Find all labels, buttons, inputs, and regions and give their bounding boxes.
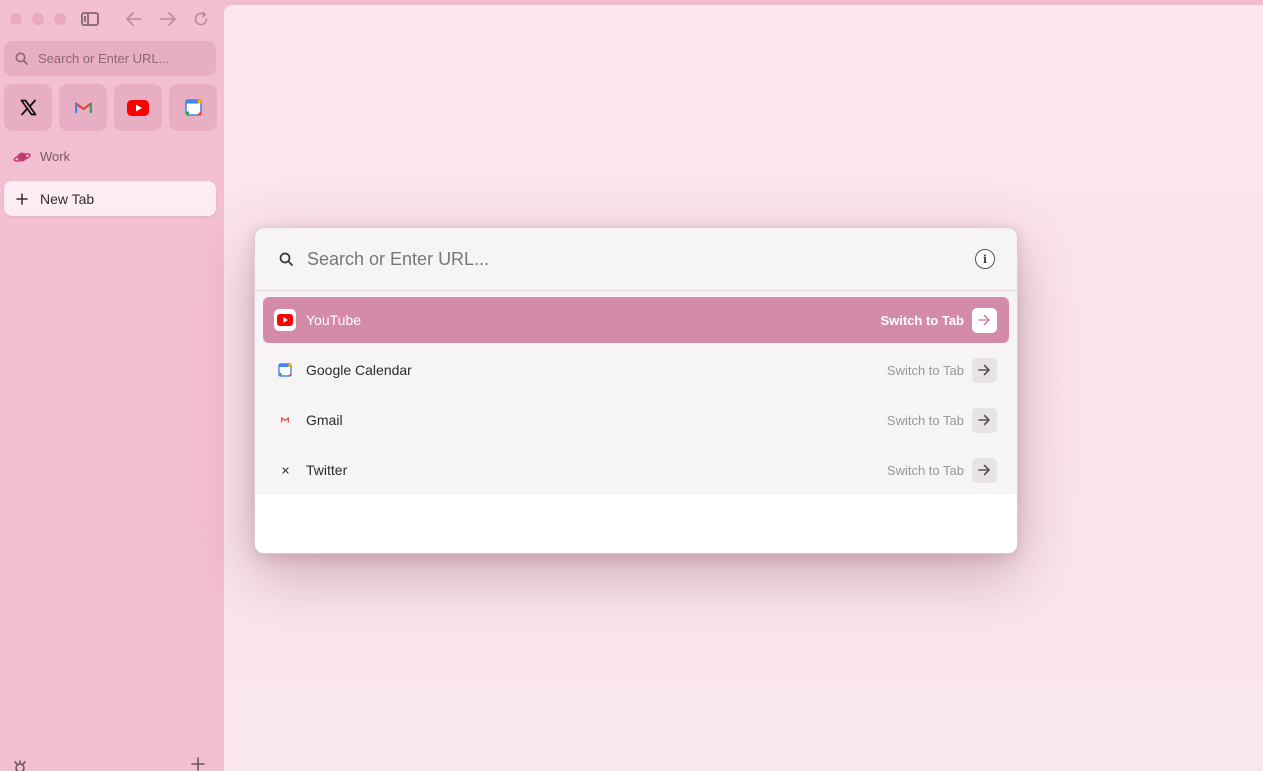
result-row-youtube[interactable]: YouTube Switch to Tab [263, 297, 1009, 343]
calendar-icon [184, 99, 202, 116]
info-icon[interactable]: i [975, 249, 995, 269]
switch-to-tab-label: Switch to Tab [886, 362, 964, 378]
command-palette: i YouTube Switch to Tab Google Calendar … [254, 227, 1018, 554]
palette-footer [255, 494, 1017, 553]
sidebar-search-placeholder: Search or Enter URL... [38, 51, 170, 66]
result-title: Gmail [306, 412, 343, 428]
add-space-icon[interactable] [191, 755, 205, 771]
new-tab-label: New Tab [40, 190, 95, 207]
result-row-gmail[interactable]: Gmail Switch to Tab [263, 397, 1009, 443]
forward-arrow-icon[interactable] [157, 9, 179, 29]
arrow-right-icon[interactable] [972, 357, 997, 383]
sidebar: Search or Enter URL... Work New Tab [0, 0, 224, 771]
palette-search-input[interactable] [307, 248, 947, 270]
search-icon [15, 52, 28, 65]
result-row-google-calendar[interactable]: Google Calendar Switch to Tab [263, 347, 1009, 393]
sidebar-toggle-icon[interactable] [79, 9, 101, 29]
sidebar-search-field[interactable]: Search or Enter URL... [4, 41, 216, 76]
youtube-icon [127, 99, 149, 116]
pinned-tab-x[interactable] [4, 84, 52, 131]
pinned-tab-calendar[interactable] [169, 84, 217, 131]
window-controls [10, 13, 66, 25]
x-logo-icon [274, 459, 296, 481]
pinned-tab-gmail[interactable] [59, 84, 107, 131]
reload-icon[interactable] [190, 9, 212, 29]
arrow-right-icon[interactable] [972, 407, 997, 433]
space-work[interactable]: Work [13, 149, 70, 164]
youtube-icon [274, 309, 296, 331]
planet-icon [13, 152, 31, 162]
result-row-twitter[interactable]: Twitter Switch to Tab [263, 447, 1009, 493]
zoom-window-button[interactable] [54, 13, 66, 25]
search-icon [279, 252, 293, 266]
back-arrow-icon[interactable] [123, 9, 145, 29]
gmail-icon [274, 409, 296, 431]
library-icon[interactable] [12, 759, 28, 771]
minimize-window-button[interactable] [32, 13, 44, 25]
gmail-icon [74, 102, 92, 113]
switch-to-tab-label: Switch to Tab [886, 462, 964, 478]
pinned-tab-youtube[interactable] [114, 84, 162, 131]
palette-results: YouTube Switch to Tab Google Calendar Sw… [263, 297, 1009, 497]
calendar-icon [274, 359, 296, 381]
arrow-right-icon[interactable] [972, 457, 997, 483]
arrow-right-icon[interactable] [972, 307, 997, 333]
plus-icon [16, 192, 28, 205]
new-tab-button[interactable]: New Tab [4, 181, 216, 216]
x-logo-icon [20, 99, 36, 116]
switch-to-tab-label: Switch to Tab [886, 412, 964, 428]
result-title: YouTube [306, 312, 362, 328]
switch-to-tab-label: Switch to Tab [880, 312, 964, 328]
result-title: Twitter [306, 462, 348, 478]
space-label: Work [40, 149, 71, 164]
pinned-tabs [4, 84, 217, 131]
close-window-button[interactable] [10, 13, 22, 25]
palette-search-bar: i [255, 228, 1017, 291]
result-title: Google Calendar [306, 362, 412, 378]
